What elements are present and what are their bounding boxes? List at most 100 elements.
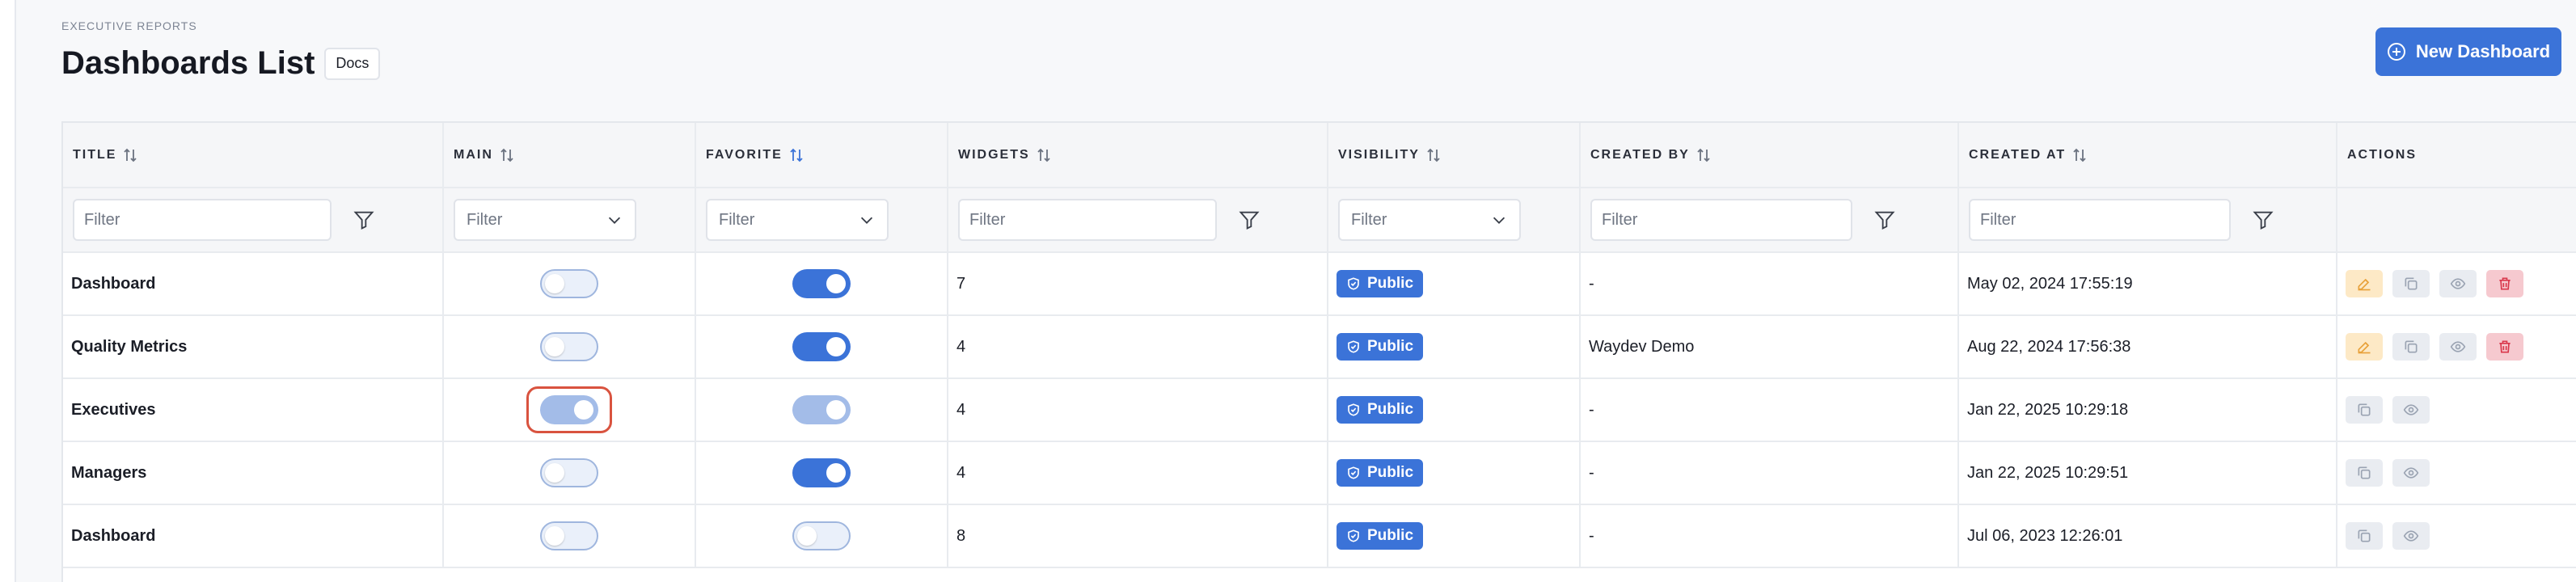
- title-filter-input[interactable]: Filter: [73, 199, 332, 241]
- column-header-label: CREATED AT: [1969, 147, 2067, 162]
- sort-desc-icon[interactable]: [789, 147, 804, 163]
- created-by-cell: -: [1580, 378, 1959, 442]
- view-button[interactable]: [2392, 522, 2430, 550]
- plus-circle-icon: [2387, 43, 2405, 61]
- column-header-label: WIDGETS: [958, 147, 1030, 162]
- widgets-filter-input[interactable]: Filter: [958, 199, 1217, 241]
- duplicate-button[interactable]: [2346, 459, 2383, 487]
- funnel-icon[interactable]: [1238, 209, 1261, 231]
- visibility-cell: Public: [1328, 504, 1581, 568]
- funnel-icon[interactable]: [1873, 209, 1896, 231]
- filter-cell-created-at: Filter: [1958, 188, 2337, 253]
- copy-icon: [2358, 403, 2371, 416]
- main-toggle[interactable]: [540, 458, 598, 487]
- visibility-label: Public: [1367, 464, 1414, 481]
- main-toggle[interactable]: [540, 269, 598, 298]
- main-toggle[interactable]: [540, 521, 598, 550]
- actions-cell: [2337, 252, 2576, 316]
- shield-icon: [1348, 529, 1359, 542]
- shield-icon: [1348, 403, 1359, 416]
- favorite-toggle[interactable]: [792, 395, 851, 424]
- created-by-filter-input[interactable]: Filter: [1590, 199, 1852, 241]
- sort-icon[interactable]: [1426, 147, 1441, 163]
- favorite-toggle[interactable]: [792, 521, 851, 550]
- sort-icon[interactable]: [500, 147, 514, 163]
- visibility-cell: Public: [1328, 315, 1581, 379]
- column-header-visibility[interactable]: VISIBILITY: [1328, 123, 1581, 188]
- eye-icon: [2403, 467, 2419, 479]
- column-header-widgets[interactable]: WIDGETS: [948, 123, 1328, 188]
- view-button[interactable]: [2392, 459, 2430, 487]
- column-header-favorite[interactable]: FAVORITE: [695, 123, 948, 188]
- view-button[interactable]: [2392, 396, 2430, 424]
- view-button[interactable]: [2439, 270, 2477, 297]
- title-cell[interactable]: Dashboard: [63, 504, 444, 568]
- new-dashboard-button[interactable]: New Dashboard: [2375, 27, 2561, 76]
- favorite-toggle[interactable]: [792, 458, 851, 487]
- main-cell: [443, 315, 696, 379]
- column-header-main[interactable]: MAIN: [443, 123, 696, 188]
- trash-icon: [2499, 277, 2511, 290]
- main-toggle[interactable]: [540, 332, 598, 361]
- table-row[interactable]: Executives 4 Public - Jan 22, 2025 10:29:18: [63, 378, 2576, 442]
- delete-button[interactable]: [2486, 270, 2523, 297]
- breadcrumb: EXECUTIVE REPORTS: [61, 19, 197, 32]
- toggle-knob: [826, 463, 846, 483]
- column-header-created-at[interactable]: CREATED AT: [1958, 123, 2337, 188]
- sort-icon[interactable]: [1037, 147, 1051, 163]
- shield-icon: [1348, 277, 1359, 290]
- column-header-title[interactable]: TITLE: [63, 123, 444, 188]
- toggle-knob: [574, 400, 593, 420]
- edit-icon: [2358, 278, 2371, 291]
- favorite-filter-value: Filter: [719, 210, 755, 229]
- favorite-toggle[interactable]: [792, 269, 851, 298]
- created-at-cell: May 02, 2024 17:55:19: [1958, 252, 2337, 316]
- title-cell[interactable]: Quality Metrics: [63, 315, 444, 379]
- delete-button[interactable]: [2486, 333, 2523, 361]
- table-row[interactable]: Managers 4 Public - Jan 22, 2025 10:29:51: [63, 441, 2576, 505]
- edit-button[interactable]: [2346, 333, 2383, 361]
- funnel-icon[interactable]: [353, 209, 375, 231]
- created-at-cell: Jan 22, 2025 10:29:51: [1958, 441, 2337, 505]
- main-filter-value: Filter: [467, 210, 503, 229]
- copy-icon: [2358, 466, 2371, 479]
- eye-icon: [2403, 404, 2419, 415]
- funnel-icon[interactable]: [2252, 209, 2274, 231]
- visibility-filter-value: Filter: [1351, 210, 1387, 229]
- table-row[interactable]: Quality Metrics 4 Public Waydev Demo Aug 22,…: [63, 315, 2576, 379]
- created-at-cell: Aug 22, 2024 17:56:38: [1958, 315, 2337, 379]
- duplicate-button[interactable]: [2346, 522, 2383, 550]
- visibility-badge: Public: [1337, 270, 1424, 297]
- title-cell[interactable]: Managers: [63, 441, 444, 505]
- filter-cell-favorite: Filter: [695, 188, 948, 253]
- created-by-cell: -: [1580, 441, 1959, 505]
- chevron-down-icon: [1493, 217, 1505, 224]
- view-button[interactable]: [2439, 333, 2477, 361]
- title-cell[interactable]: Executives: [63, 378, 444, 442]
- created-at-filter-input[interactable]: Filter: [1969, 199, 2231, 241]
- sort-icon[interactable]: [1696, 147, 1711, 163]
- favorite-filter-select[interactable]: Filter: [706, 199, 889, 241]
- table-row[interactable]: Dashboard 8 Public - Jul 06, 2023 12:26:01: [63, 504, 2576, 568]
- duplicate-button[interactable]: [2346, 396, 2383, 424]
- main-filter-select[interactable]: Filter: [454, 199, 636, 241]
- created-at-cell: Jan 22, 2025 10:29:18: [1958, 378, 2337, 442]
- created-by-cell: -: [1580, 504, 1959, 568]
- visibility-badge: Public: [1337, 333, 1424, 361]
- favorite-toggle[interactable]: [792, 332, 851, 361]
- new-dashboard-label: New Dashboard: [2415, 41, 2551, 61]
- filter-cell-actions: [2337, 188, 2576, 253]
- sort-icon[interactable]: [2072, 147, 2087, 163]
- toggle-knob: [826, 274, 846, 293]
- sort-icon[interactable]: [123, 147, 137, 163]
- table-row[interactable]: Dashboard 7 Public - May 02, 2024 17:55:19: [63, 252, 2576, 316]
- docs-button[interactable]: Docs: [324, 47, 381, 80]
- title-cell[interactable]: Dashboard: [63, 252, 444, 316]
- column-header-created-by[interactable]: CREATED BY: [1580, 123, 1959, 188]
- duplicate-button[interactable]: [2392, 333, 2430, 361]
- main-toggle[interactable]: [540, 395, 598, 424]
- edit-button[interactable]: [2346, 270, 2383, 297]
- visibility-filter-select[interactable]: Filter: [1338, 199, 1521, 241]
- duplicate-button[interactable]: [2392, 270, 2430, 297]
- favorite-cell: [695, 441, 948, 505]
